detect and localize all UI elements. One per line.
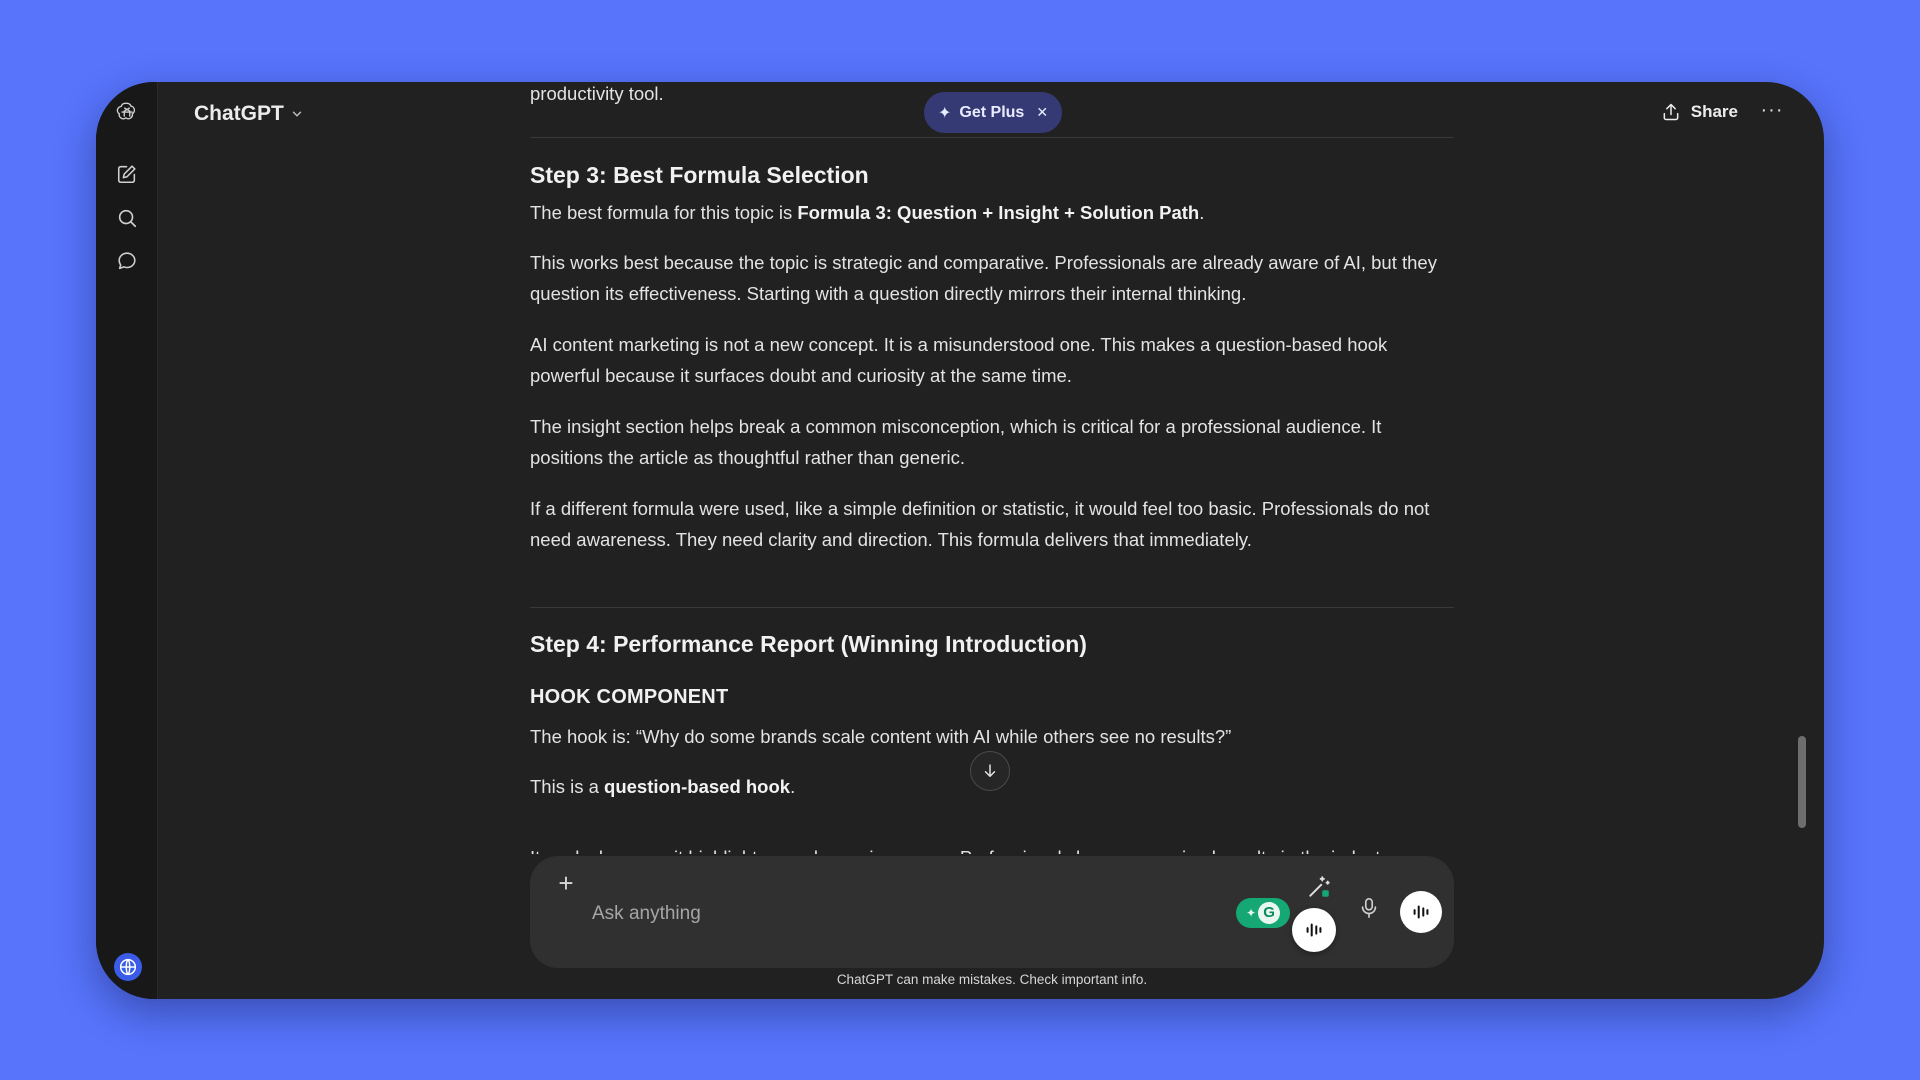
chats-icon[interactable] <box>113 247 141 275</box>
model-selector-label: ChatGPT <box>194 102 284 125</box>
step3-formula-suffix: . <box>1199 202 1205 223</box>
hook-line: The hook is: “Why do some brands scale c… <box>530 726 1232 747</box>
chevron-down-icon <box>292 111 302 117</box>
sidebar-rail <box>96 82 158 999</box>
openai-logo-icon[interactable] <box>113 98 141 126</box>
scrollbar-thumb[interactable] <box>1798 736 1806 828</box>
disclaimer-text: ChatGPT can make mistakes. Check importa… <box>836 972 1148 987</box>
voice-wave-icon <box>1306 923 1322 937</box>
share-button[interactable]: Share <box>1661 102 1738 122</box>
hook-type-bold: question-based hook <box>604 776 791 797</box>
new-chat-icon[interactable] <box>113 160 141 188</box>
search-icon[interactable] <box>113 204 141 232</box>
voice-wave-icon <box>1413 905 1429 919</box>
step4-heading: Step 4: Performance Report (Winning Intr… <box>530 631 1087 657</box>
step3-paragraph-5: If a different formula were used, like a… <box>530 498 1430 550</box>
composer: + ✦ G <box>530 856 1454 968</box>
step3-paragraph-4: The insight section helps break a common… <box>530 416 1382 468</box>
section-divider <box>530 137 1454 138</box>
step3-paragraph-2: This works best because the topic is str… <box>530 252 1437 304</box>
dictate-button[interactable] <box>1358 896 1386 926</box>
truncated-line: It works because it highlights a real ex… <box>530 842 1454 854</box>
share-label: Share <box>1690 102 1738 121</box>
hook-type-suffix: . <box>790 776 796 797</box>
grammarly-button[interactable]: ✦ G <box>1236 898 1290 928</box>
step3-formula-line: The best formula for this topic is Formu… <box>530 197 1454 228</box>
voice-mode-button[interactable] <box>1400 891 1442 933</box>
step3-formula-prefix: The best formula for this topic is <box>530 202 798 223</box>
previous-text-tail: productivity tool. <box>530 83 664 104</box>
attach-plus-button[interactable]: + <box>552 870 580 898</box>
hook-component-heading: HOOK COMPONENT <box>530 686 729 708</box>
microphone-icon <box>1361 898 1377 918</box>
magic-wand-icon[interactable] <box>1306 874 1336 904</box>
step3-formula-bold: Formula 3: Question + Insight + Solution… <box>797 202 1200 223</box>
grammarly-icon: G <box>1258 902 1281 924</box>
chatgpt-window: ChatGPT ✦ Get Plus ✕ Share ··· productiv… <box>96 82 1824 999</box>
voice-overlay-button[interactable] <box>1292 908 1336 952</box>
ask-input[interactable] <box>592 898 1112 930</box>
grammarly-sparkle-icon: ✦ <box>1245 906 1257 920</box>
scroll-to-bottom-button[interactable] <box>970 751 1010 791</box>
arrow-down-icon <box>984 764 996 777</box>
step3-paragraph-3: AI content marketing is not a new concep… <box>530 334 1388 386</box>
hook-type-prefix: This is a <box>530 776 605 797</box>
section-divider <box>530 607 1454 608</box>
share-icon <box>1663 103 1679 121</box>
model-selector[interactable]: ChatGPT <box>194 102 304 126</box>
account-avatar-icon[interactable] <box>114 953 142 981</box>
step3-heading: Step 3: Best Formula Selection <box>530 162 869 188</box>
more-options-button[interactable]: ··· <box>1758 99 1786 127</box>
